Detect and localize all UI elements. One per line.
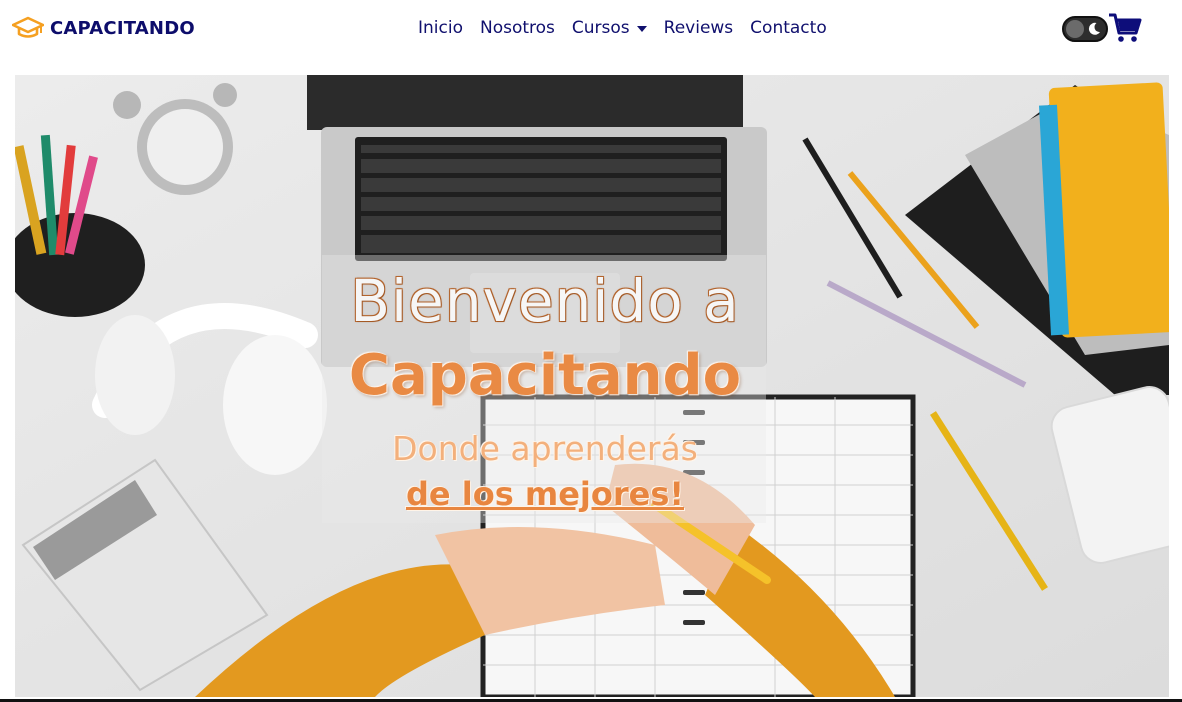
hero-title: Bienvenido a (350, 267, 740, 335)
hero-brand-name: Capacitando (348, 343, 742, 408)
nav-link-reviews[interactable]: Reviews (664, 18, 734, 38)
hero-cta-link[interactable]: de los mejores! (15, 475, 1075, 513)
graduation-cap-icon (12, 16, 44, 38)
nav-dropdown-label: Cursos (571, 18, 630, 38)
nav-link-contacto[interactable]: Contacto (750, 18, 827, 38)
main-nav: Inicio Nosotros Cursos Reviews Contacto (418, 18, 844, 38)
moon-icon (1088, 22, 1100, 35)
shopping-cart-icon[interactable] (1108, 12, 1142, 44)
nav-link-nosotros[interactable]: Nosotros (480, 18, 555, 38)
caret-down-icon (636, 25, 647, 32)
nav-dropdown-cursos[interactable]: Cursos (572, 18, 647, 38)
hero-banner: Bienvenido a Capacitando Donde aprenderá… (15, 75, 1169, 697)
brand-name: CAPACITANDO (50, 17, 195, 39)
brand-logo[interactable]: CAPACITANDO (12, 16, 195, 40)
hero-subtitle: Donde aprenderás (392, 429, 698, 468)
navbar: CAPACITANDO Inicio Nosotros Cursos Revie… (0, 0, 1182, 62)
toggle-knob (1066, 20, 1084, 38)
dark-mode-toggle[interactable] (1062, 16, 1108, 42)
nav-link-inicio[interactable]: Inicio (418, 18, 463, 38)
